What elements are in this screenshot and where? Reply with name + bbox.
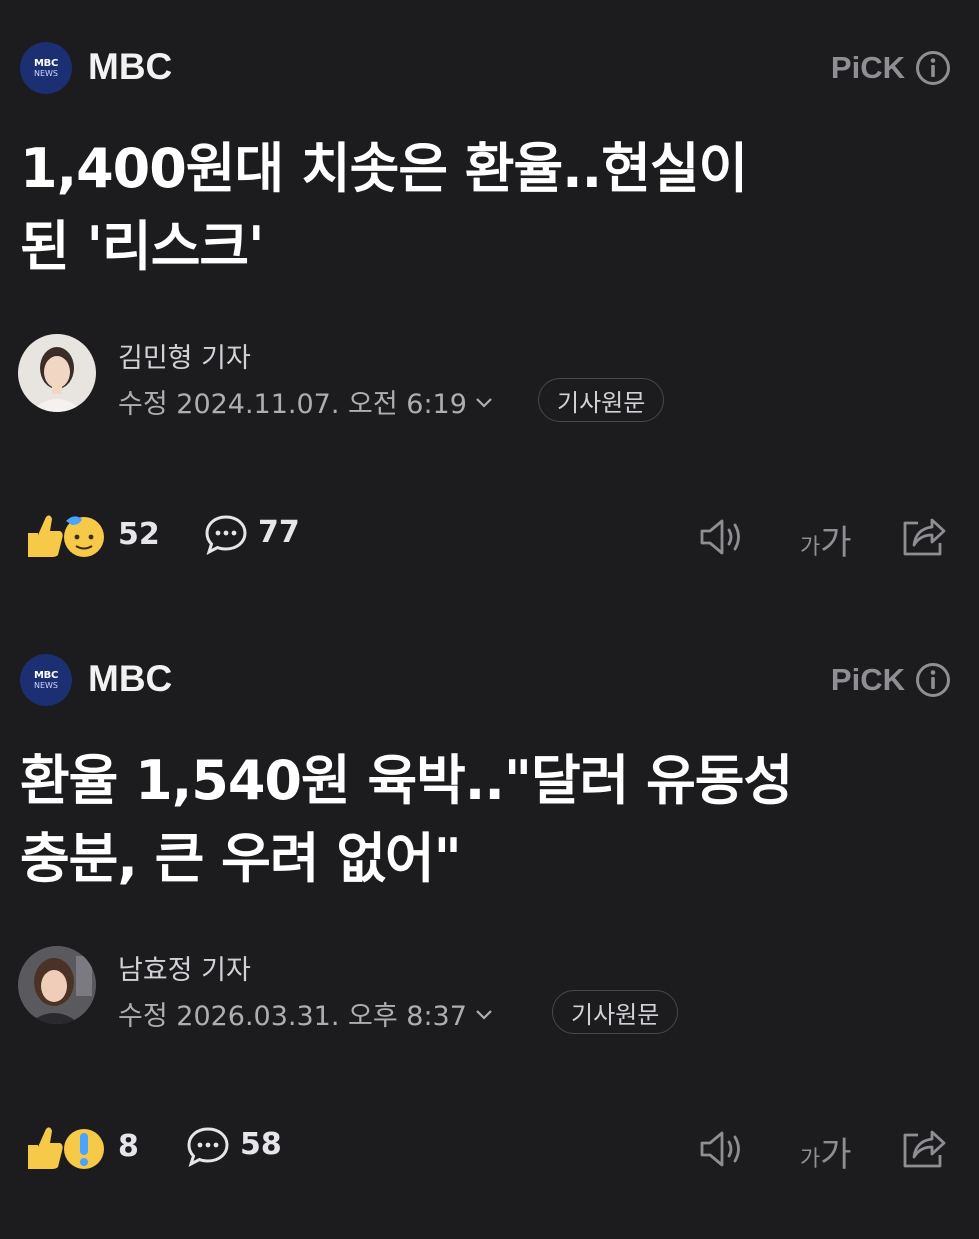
- timestamp: 수정 2026.03.31. 오후 8:37: [118, 1001, 467, 1032]
- press-logo[interactable]: MBC NEWS: [20, 42, 72, 94]
- reporter-avatar[interactable]: [18, 946, 96, 1024]
- press-logo[interactable]: MBC NEWS: [20, 654, 72, 706]
- font-size-button[interactable]: 가가: [800, 1127, 852, 1176]
- reaction-count: 8: [118, 1129, 139, 1164]
- pick-badge: PiCK: [830, 50, 905, 85]
- article-title: 1,400원대 치솟은 환율..현실이 된 '리스크': [20, 130, 950, 286]
- original-article-label: 기사원문: [557, 388, 646, 417]
- font-size-button[interactable]: 가가: [800, 515, 852, 564]
- article-title-line: 환율 1,540원 육박.."달러 유동성: [20, 749, 793, 812]
- article-title-line: 된 '리스크': [20, 215, 265, 278]
- reaction-count: 52: [118, 517, 160, 552]
- reaction-emoji-icon[interactable]: [24, 509, 106, 561]
- article-title-line: 1,400원대 치솟은 환율..현실이: [20, 137, 748, 200]
- press-logo-text: MBC: [33, 669, 58, 681]
- reporter-name[interactable]: 김민형 기자: [118, 336, 251, 375]
- press-name[interactable]: MBC: [88, 658, 172, 700]
- pick-badge: PiCK: [830, 662, 905, 697]
- timestamp: 수정 2024.11.07. 오전 6:19: [118, 389, 467, 420]
- font-size-big-label: 가: [820, 1135, 852, 1175]
- reaction-emoji-icon[interactable]: [24, 1121, 106, 1173]
- comment-icon[interactable]: [186, 1125, 230, 1169]
- byline: 남효정 기자 수정 2026.03.31. 오후 8:37 기사원문: [18, 946, 918, 1036]
- original-article-button[interactable]: 기사원문: [538, 378, 665, 422]
- action-bar: 8 58 가가: [24, 1117, 954, 1177]
- reporter-avatar[interactable]: [18, 334, 96, 412]
- press-name[interactable]: MBC: [88, 46, 172, 88]
- article-title-line: 충분, 큰 우려 없어": [20, 827, 462, 890]
- article-title: 환율 1,540원 육박.."달러 유동성 충분, 큰 우려 없어": [20, 742, 950, 898]
- speaker-icon[interactable]: [698, 1127, 748, 1171]
- font-size-big-label: 가: [820, 523, 852, 563]
- chevron-down-icon: [476, 1009, 492, 1020]
- reporter-name[interactable]: 남효정 기자: [118, 948, 251, 987]
- comment-count: 77: [258, 515, 300, 550]
- comment-count: 58: [240, 1127, 282, 1162]
- original-article-button[interactable]: 기사원문: [552, 990, 679, 1034]
- share-icon[interactable]: [900, 513, 948, 559]
- info-icon[interactable]: [915, 662, 951, 698]
- timestamp-toggle[interactable]: 수정 2024.11.07. 오전 6:19: [118, 382, 495, 421]
- speaker-icon[interactable]: [698, 515, 748, 559]
- byline: 김민형 기자 수정 2024.11.07. 오전 6:19 기사원문: [18, 334, 918, 424]
- comment-icon[interactable]: [204, 513, 248, 557]
- chevron-down-icon: [476, 397, 492, 408]
- font-size-small-label: 가: [800, 535, 821, 560]
- press-logo-text: MBC: [33, 57, 58, 69]
- timestamp-toggle[interactable]: 수정 2026.03.31. 오후 8:37: [118, 994, 495, 1033]
- press-logo-subtext: NEWS: [33, 680, 59, 690]
- original-article-label: 기사원문: [571, 1000, 660, 1029]
- article-header: MBC NEWS MBC PiCK: [20, 40, 955, 96]
- press-logo-subtext: NEWS: [33, 68, 59, 78]
- font-size-small-label: 가: [800, 1147, 821, 1172]
- share-icon[interactable]: [900, 1125, 948, 1171]
- article-header: MBC NEWS MBC PiCK: [20, 652, 955, 708]
- info-icon[interactable]: [915, 50, 951, 86]
- action-bar: 52 77 가가: [24, 505, 954, 565]
